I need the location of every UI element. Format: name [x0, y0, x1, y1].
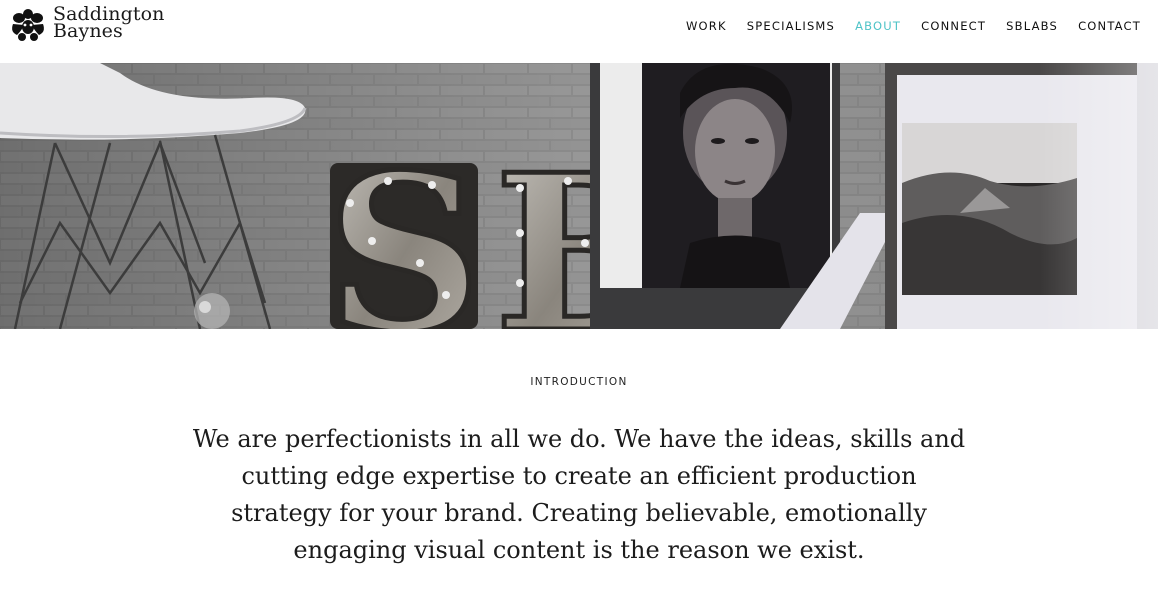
nav-item-connect[interactable]: CONNECT: [921, 19, 986, 33]
hero-banner: S B: [0, 63, 1158, 329]
nav-item-work[interactable]: WORK: [686, 19, 727, 33]
nav-item-contact[interactable]: CONTACT: [1078, 19, 1141, 33]
intro-label: INTRODUCTION: [530, 376, 628, 388]
nav-item-about[interactable]: ABOUT: [855, 19, 901, 33]
intro-text: We are perfectionists in all we do. We h…: [192, 425, 966, 564]
brand-line-2: Baynes: [53, 20, 123, 42]
site-header: Saddington Baynes WORK SPECIALISMS ABOUT…: [0, 0, 1158, 63]
logo-emblem-icon: [12, 9, 44, 41]
hero-image: S B: [0, 63, 1158, 329]
nav-item-specialisms[interactable]: SPECIALISMS: [747, 19, 835, 33]
brand-wordmark: Saddington Baynes: [53, 5, 164, 42]
brand-logo[interactable]: Saddington Baynes: [10, 5, 164, 42]
main-nav: WORK SPECIALISMS ABOUT CONNECT SBLABS CO…: [666, 19, 1141, 33]
svg-text:S: S: [326, 127, 481, 329]
nav-item-sblabs[interactable]: SBLABS: [1006, 19, 1058, 33]
